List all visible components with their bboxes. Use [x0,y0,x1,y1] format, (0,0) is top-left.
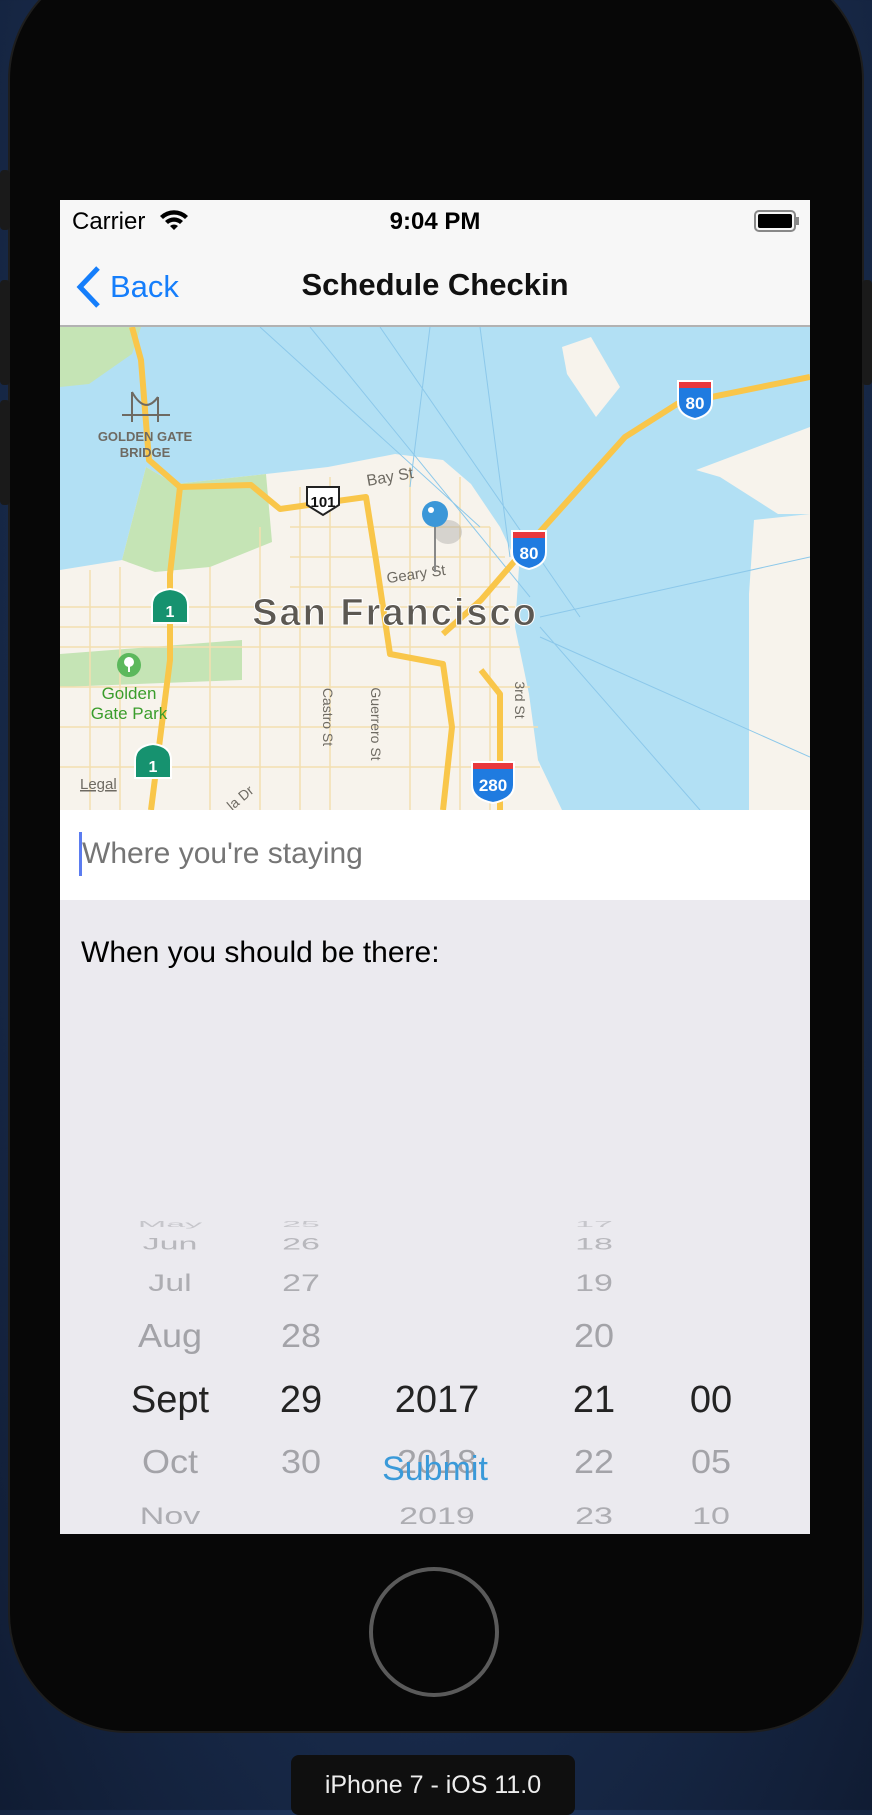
home-button[interactable] [369,1567,499,1697]
picker-option[interactable]: 27 [231,1267,371,1299]
i280-shield-icon: 280 [471,761,515,805]
schedule-label: When you should be there: [81,936,440,969]
picker-option[interactable]: 10 [641,1500,781,1532]
svg-text:1: 1 [149,759,158,776]
picker-selected-day[interactable]: 29 [231,1378,371,1422]
map-label-bridge: BRIDGE [120,445,171,460]
picker-option[interactable]: 17 [524,1219,664,1230]
picker-option[interactable]: 28 [231,1316,371,1356]
location-input[interactable] [82,828,782,880]
svg-text:1: 1 [166,604,175,621]
status-bar: Carrier 9:04 PM [60,200,810,245]
picker-option[interactable]: 26 [231,1233,371,1255]
app-screen: Carrier 9:04 PM Back Schedule Checkin GO… [60,200,810,1534]
svg-text:80: 80 [686,394,705,413]
clock: 9:04 PM [389,208,481,235]
navigation-bar: Back Schedule Checkin [60,245,810,327]
picker-option[interactable]: Jul [100,1267,240,1299]
picker-option[interactable]: Jun [100,1233,240,1255]
map-view[interactable]: GOLDEN GATE BRIDGE Bay St 101 Geary St S… [60,327,810,810]
location-field[interactable] [60,810,810,900]
svg-text:101: 101 [310,494,335,511]
picker-option[interactable]: Nov [100,1500,240,1532]
volume-up-button [0,280,10,385]
i80-shield-icon: 80 [511,530,547,571]
ca1-shield-icon: 1 [134,742,172,779]
map-label-park: Golden [102,684,157,703]
picker-option[interactable]: 20 [524,1316,664,1356]
picker-option[interactable]: 19 [524,1267,664,1299]
picker-option[interactable]: 18 [524,1233,664,1255]
map-label-park: Gate Park [91,704,168,723]
map-label-city: San Francisco [252,592,538,634]
submit-button[interactable]: Submit [60,1450,810,1489]
map-label-bridge: GOLDEN GATE [98,429,193,444]
i80-shield-icon: 80 [677,380,713,421]
us101-shield-icon: 101 [306,486,340,517]
park-tree-icon [117,653,141,677]
mute-switch [0,170,10,230]
volume-down-button [0,400,10,505]
power-button [862,280,872,385]
page-title: Schedule Checkin [301,267,569,302]
battery-icon [754,210,799,232]
picker-selected-minute[interactable]: 00 [641,1378,781,1422]
svg-text:280: 280 [479,776,507,795]
svg-text:80: 80 [520,544,539,563]
picker-selected-month[interactable]: Sept [100,1378,240,1422]
picker-option[interactable]: Aug [100,1316,240,1356]
picker-selected-year[interactable]: 2017 [367,1378,507,1422]
legal-link[interactable]: Legal [80,776,117,793]
ca1-shield-icon: 1 [151,587,189,624]
picker-option[interactable]: May [100,1219,240,1230]
device-label: iPhone 7 - iOS 11.0 [291,1755,575,1815]
map-label-castro-st: Castro St [320,688,336,746]
map-label-guerrero-st: Guerrero St [368,687,384,760]
map-label-3rd-st: 3rd St [512,681,528,718]
picker-option[interactable]: 25 [231,1219,371,1230]
picker-option[interactable]: 2019 [367,1500,507,1532]
